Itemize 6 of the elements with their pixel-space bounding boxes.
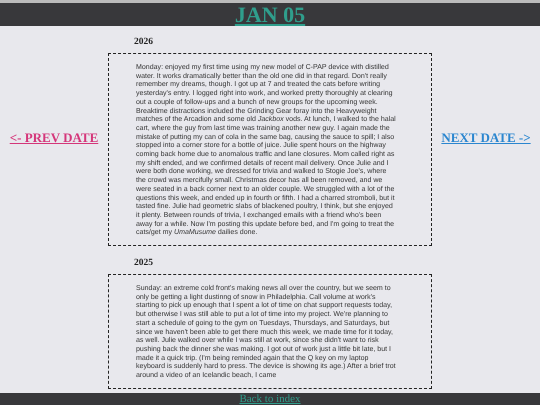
- page-title: JAN 05: [234, 4, 306, 26]
- prev-date-link[interactable]: <- PREV DATE: [10, 130, 98, 146]
- entry-year: 2025: [134, 258, 154, 268]
- next-date-link[interactable]: NEXT DATE ->: [441, 130, 531, 146]
- entry-year: 2026: [134, 37, 154, 47]
- back-to-index-link[interactable]: Back to index: [239, 394, 301, 404]
